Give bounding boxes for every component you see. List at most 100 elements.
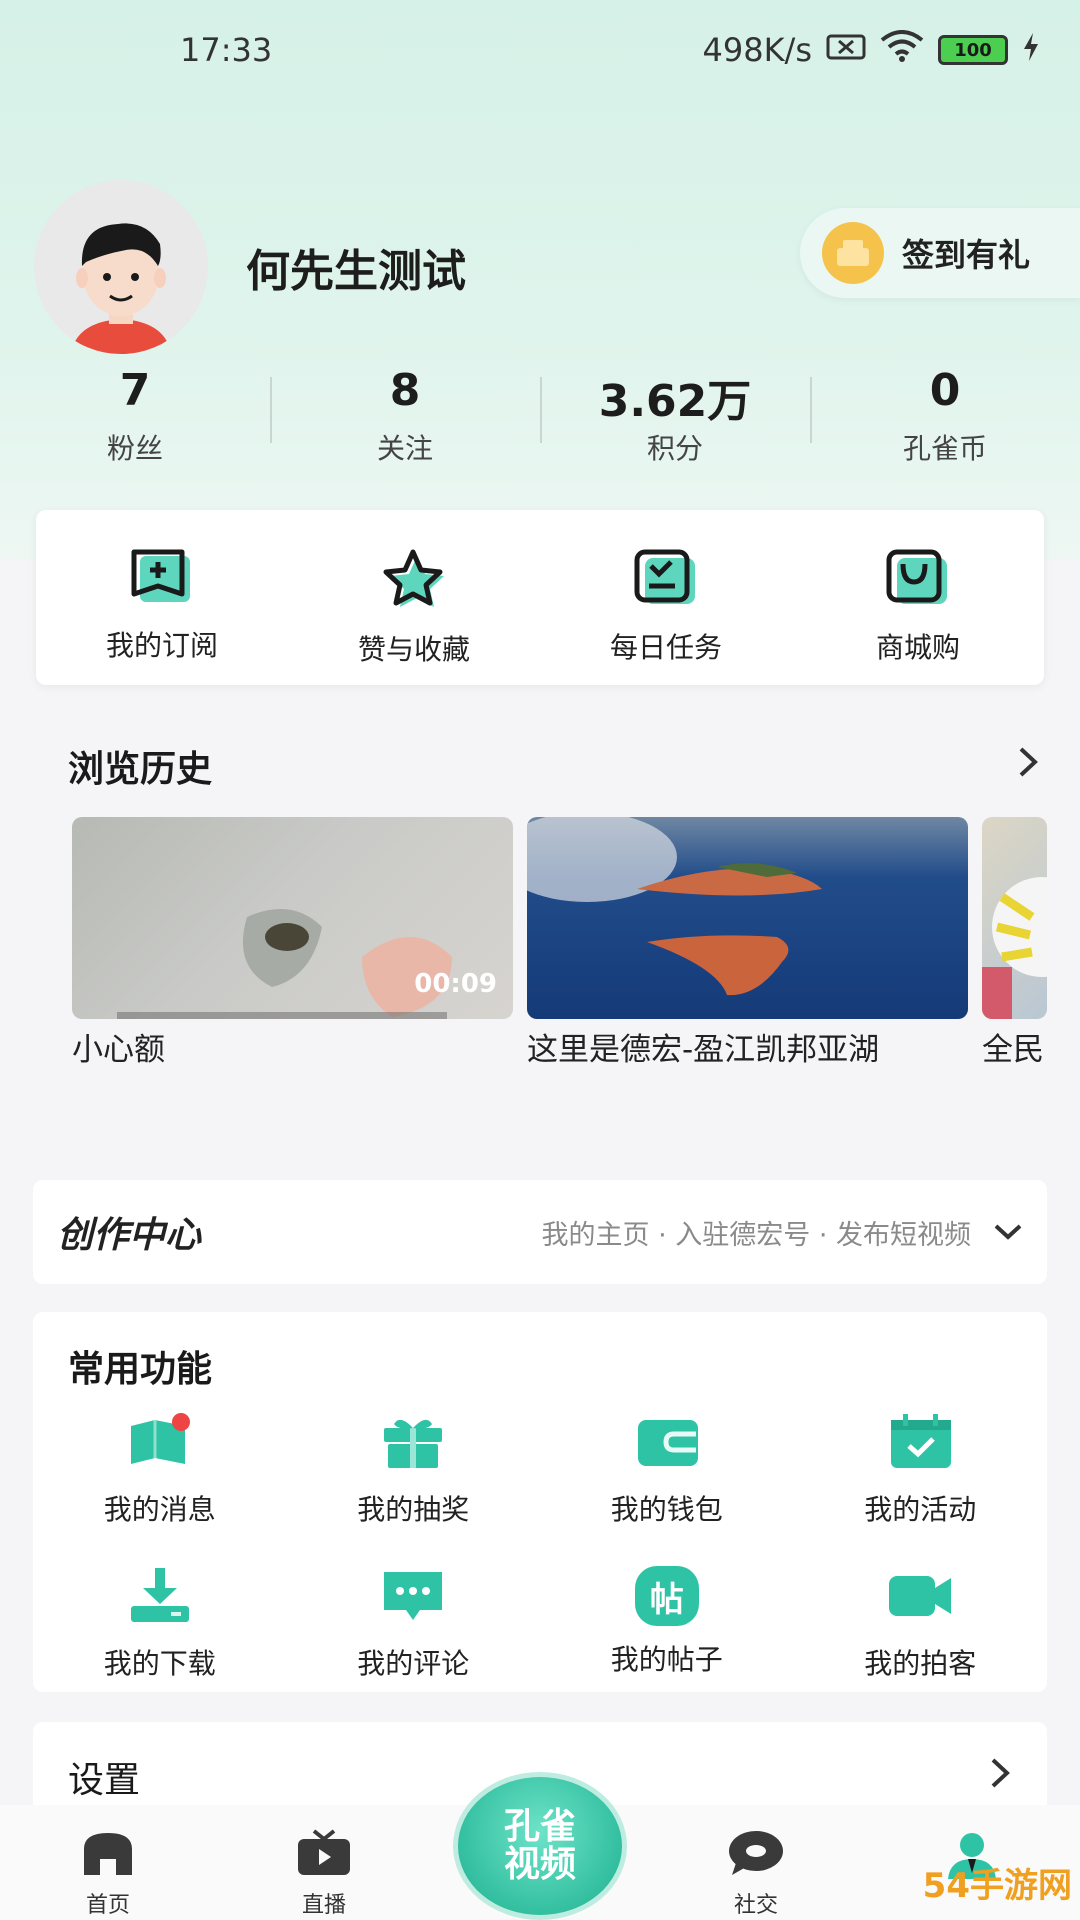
shortcut-subscribe[interactable]: 我的订阅 — [36, 510, 288, 685]
video-thumbnail — [982, 817, 1047, 1019]
function-lottery[interactable]: 我的抽奖 — [287, 1412, 541, 1528]
stat-following[interactable]: 8 关注 — [270, 365, 540, 467]
function-label: 我的帖子 — [610, 1643, 723, 1676]
comment-icon — [378, 1566, 448, 1630]
network-speed: 498K/s — [702, 31, 812, 69]
history-item[interactable]: 全民 — [982, 817, 1047, 1071]
stat-fans[interactable]: 7 粉丝 — [0, 365, 270, 467]
history-item-title: 小心额 — [72, 1032, 165, 1068]
nav-live[interactable]: 直播 — [216, 1805, 432, 1920]
functions-card: 常用功能 我的消息 我的抽奖 我的钱包 我的活动 我的下载 我的评论 帖 我的帖… — [33, 1312, 1047, 1692]
calendar-icon — [885, 1412, 955, 1476]
history-title: 浏览历史 — [68, 749, 213, 790]
live-tv-icon — [294, 1829, 354, 1881]
function-label: 我的拍客 — [864, 1647, 977, 1680]
avatar[interactable] — [34, 180, 208, 354]
nav-label: 首页 — [85, 1893, 130, 1918]
nav-label: 社交 — [733, 1893, 778, 1918]
center-logo-line: 视频 — [503, 1844, 576, 1885]
star-icon — [377, 548, 451, 614]
battery-icon: 100 — [938, 35, 1008, 65]
wifi-icon — [880, 30, 924, 70]
function-label: 我的下载 — [103, 1647, 216, 1680]
task-icon — [633, 548, 699, 612]
functions-title: 常用功能 — [68, 1349, 213, 1390]
history-item[interactable]: 这里是德宏-盈江凯邦亚湖 — [527, 817, 968, 1071]
history-item[interactable]: 00:09 小心额 — [72, 817, 513, 1071]
function-label: 我的活动 — [864, 1493, 977, 1526]
video-thumbnail: 00:09 — [72, 817, 513, 1019]
function-posts[interactable]: 帖 我的帖子 — [540, 1566, 794, 1682]
message-icon — [125, 1412, 195, 1476]
shopping-bag-icon — [885, 548, 951, 612]
history-item-title: 全民 — [982, 1032, 1044, 1068]
creator-center-card[interactable]: 创作中心 我的主页 · 入驻德宏号 · 发布短视频 — [33, 1180, 1047, 1284]
watermark: 54手游网 — [922, 1866, 1072, 1906]
creator-center-logo: 创作中心 — [57, 1215, 202, 1256]
functions-grid: 我的消息 我的抽奖 我的钱包 我的活动 我的下载 我的评论 帖 我的帖子 我的拍… — [33, 1412, 1047, 1682]
nav-label: 直播 — [301, 1893, 346, 1918]
gift-icon — [378, 1412, 448, 1476]
status-bar: 17:33 498K/s 100 — [0, 0, 1080, 100]
function-messages[interactable]: 我的消息 — [33, 1412, 287, 1528]
subscribe-icon — [130, 548, 194, 610]
settings-label: 设置 — [68, 1760, 141, 1801]
charging-icon — [1022, 31, 1040, 69]
stat-label: 粉丝 — [106, 432, 163, 465]
function-wallet[interactable]: 我的钱包 — [540, 1412, 794, 1528]
shortcuts-card: 我的订阅 赞与收藏 每日任务 商城购 — [36, 510, 1044, 685]
center-logo-button[interactable]: 孔雀 视频 — [453, 1772, 627, 1920]
video-duration: 00:09 — [414, 969, 497, 999]
sim-off-icon — [826, 31, 866, 69]
function-activities[interactable]: 我的活动 — [794, 1412, 1048, 1528]
function-label: 我的消息 — [103, 1493, 216, 1526]
stat-label: 关注 — [376, 432, 433, 465]
stat-label: 积分 — [646, 432, 703, 465]
username: 何先生测试 — [246, 246, 466, 297]
shortcut-mall[interactable]: 商城购 — [792, 510, 1044, 685]
stat-value: 3.62万 — [598, 376, 752, 427]
shortcut-tasks[interactable]: 每日任务 — [540, 510, 792, 685]
history-more-icon[interactable] — [1016, 745, 1040, 788]
function-label: 我的评论 — [357, 1647, 470, 1680]
shortcut-label: 我的订阅 — [105, 629, 218, 662]
stat-points[interactable]: 3.62万 积分 — [540, 365, 810, 467]
checkin-button[interactable]: 签到有礼 — [800, 208, 1080, 298]
center-logo-line: 孔雀 — [503, 1806, 576, 1847]
shortcut-label: 每日任务 — [609, 631, 722, 664]
function-downloads[interactable]: 我的下载 — [33, 1566, 287, 1682]
creator-center-links[interactable]: 我的主页 · 入驻德宏号 · 发布短视频 — [542, 1213, 972, 1252]
function-reporter[interactable]: 我的拍客 — [794, 1566, 1048, 1682]
history-item-title: 这里是德宏-盈江凯邦亚湖 — [527, 1032, 880, 1068]
shortcut-label: 赞与收藏 — [357, 633, 470, 666]
stat-value: 7 — [119, 365, 151, 416]
checkin-label: 签到有礼 — [902, 236, 1031, 274]
chevron-right-icon — [988, 1756, 1012, 1799]
profile-header: 何先生测试 — [34, 180, 466, 354]
nav-social[interactable]: 社交 — [648, 1805, 864, 1920]
camera-icon — [885, 1566, 955, 1630]
stat-label: 孔雀币 — [902, 432, 987, 465]
stats-row: 7 粉丝 8 关注 3.62万 积分 0 孔雀币 — [0, 365, 1080, 467]
stat-value: 8 — [389, 365, 421, 416]
center-logo-text: 孔雀 视频 — [504, 1808, 576, 1884]
home-icon — [78, 1829, 138, 1881]
nav-home[interactable]: 首页 — [0, 1805, 216, 1920]
coin-icon — [822, 222, 884, 284]
shortcut-label: 商城购 — [875, 631, 960, 664]
status-icons: 498K/s 100 — [702, 30, 1040, 70]
post-icon: 帖 — [634, 1566, 699, 1626]
chevron-down-icon[interactable] — [993, 1215, 1023, 1250]
status-time: 17:33 — [180, 31, 273, 69]
history-list: 00:09 小心额 这里是德宏-盈江凯邦亚湖 全民 — [72, 817, 1047, 1117]
function-label: 我的抽奖 — [357, 1493, 470, 1526]
function-comments[interactable]: 我的评论 — [287, 1566, 541, 1682]
download-icon — [125, 1566, 195, 1630]
function-label: 我的钱包 — [610, 1493, 723, 1526]
video-thumbnail — [527, 817, 968, 1019]
stat-value: 0 — [929, 365, 961, 416]
shortcut-likes[interactable]: 赞与收藏 — [288, 510, 540, 685]
stat-coins[interactable]: 0 孔雀币 — [810, 365, 1080, 467]
chat-bubble-icon — [726, 1829, 786, 1881]
wallet-icon — [632, 1412, 702, 1476]
